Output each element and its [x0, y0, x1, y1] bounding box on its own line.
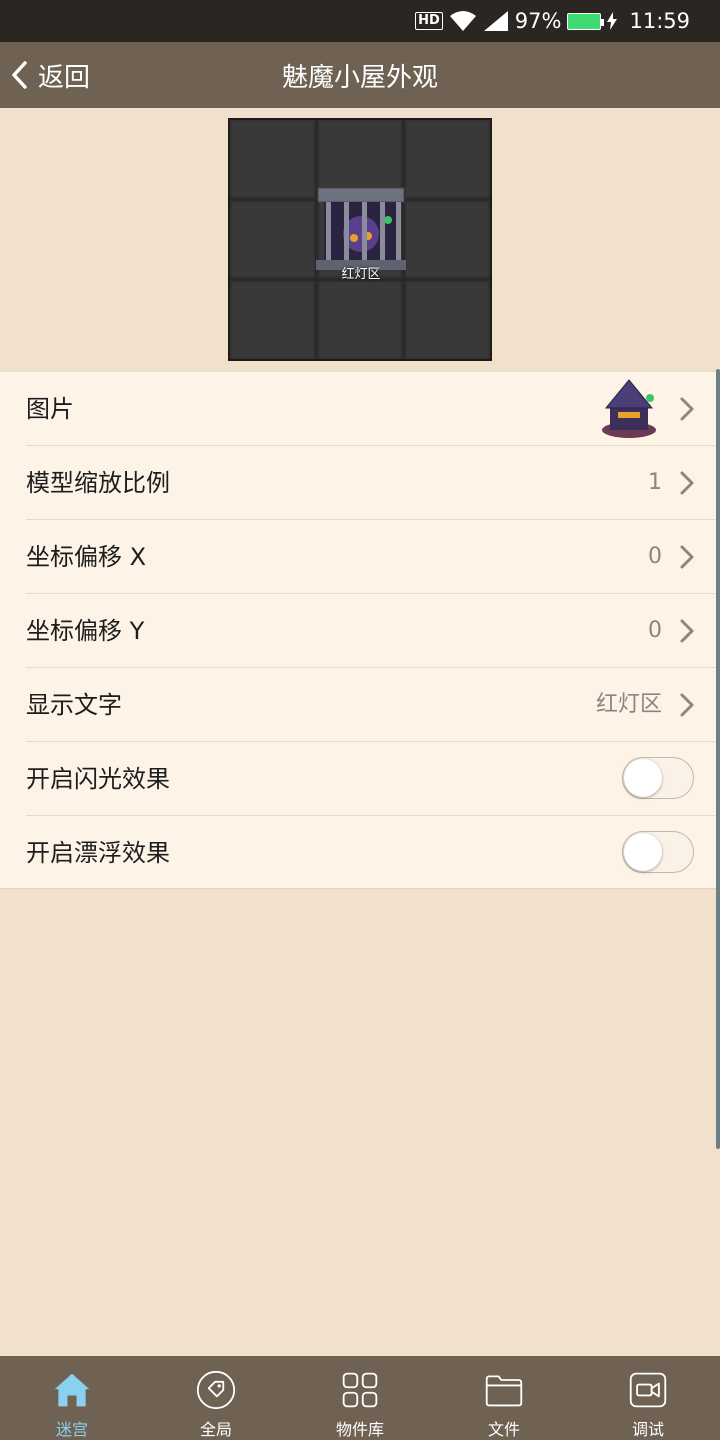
nav-item-debug[interactable]: 调试	[576, 1356, 720, 1440]
chevron-right-icon	[680, 693, 694, 717]
nav-label: 迷宫	[55, 1420, 88, 1439]
setting-row-offset-y[interactable]: 坐标偏移 Y 0	[0, 594, 720, 668]
toggle-knob	[624, 759, 662, 797]
settings-list: 图片 模型缩放比例 1 坐标偏移 X 0 坐标偏移 Y 0 显示文字 红灯区 开…	[0, 371, 720, 889]
folder-icon	[485, 1375, 523, 1407]
home-icon	[54, 1373, 90, 1407]
flash-effect-toggle[interactable]	[622, 757, 694, 799]
setting-label: 显示文字	[26, 691, 122, 719]
chevron-right-icon	[680, 619, 694, 643]
grid-icon	[342, 1372, 378, 1408]
signal-icon	[483, 11, 508, 31]
setting-row-flash-effect: 开启闪光效果	[0, 742, 720, 816]
setting-row-display-text[interactable]: 显示文字 红灯区	[0, 668, 720, 742]
setting-label: 图片	[26, 395, 74, 423]
setting-value: 0	[648, 544, 662, 569]
setting-row-image[interactable]: 图片	[0, 372, 720, 446]
nav-label: 调试	[631, 1420, 664, 1439]
setting-label: 开启闪光效果	[26, 765, 170, 793]
wifi-icon	[449, 11, 476, 31]
chevron-right-icon	[680, 545, 694, 569]
nav-item-library[interactable]: 物件库	[288, 1356, 432, 1440]
clock: 11:59	[629, 9, 690, 33]
float-effect-toggle[interactable]	[622, 831, 694, 873]
bottom-nav: 迷宫 全局 物件库 文件 调试	[0, 1356, 720, 1440]
floor-tile	[230, 120, 315, 198]
nav-label: 物件库	[335, 1420, 384, 1439]
setting-label: 坐标偏移 Y	[26, 617, 145, 645]
floor-tile	[230, 281, 315, 359]
setting-label: 坐标偏移 X	[26, 543, 147, 571]
model-preview: 红灯区	[228, 118, 492, 361]
chevron-right-icon	[680, 397, 694, 421]
hd-voice-icon: HD	[415, 12, 443, 30]
nav-item-maze[interactable]: 迷宫	[0, 1356, 144, 1440]
house-thumbnail-icon	[602, 379, 656, 438]
setting-row-offset-x[interactable]: 坐标偏移 X 0	[0, 520, 720, 594]
floor-tile	[230, 200, 315, 279]
status-bar: HD 97% 11:59	[0, 0, 720, 42]
floor-tile	[405, 200, 490, 279]
battery-icon	[567, 12, 605, 30]
setting-label: 开启漂浮效果	[26, 839, 170, 867]
setting-value: 1	[648, 470, 662, 495]
floor-tile	[405, 120, 490, 198]
setting-label: 模型缩放比例	[26, 469, 170, 497]
battery-percent: 97%	[514, 9, 562, 33]
nav-label: 全局	[199, 1420, 232, 1439]
video-icon	[629, 1372, 667, 1408]
setting-row-float-effect: 开启漂浮效果	[0, 816, 720, 890]
setting-value: 0	[648, 618, 662, 643]
page-title: 魅魔小屋外观	[281, 62, 438, 93]
app-bar: 返回 魅魔小屋外观	[0, 42, 720, 108]
nav-item-global[interactable]: 全局	[144, 1356, 288, 1440]
toggle-knob	[624, 833, 662, 871]
preview-label: 红灯区	[341, 267, 381, 282]
tag-icon	[196, 1370, 236, 1410]
floor-tile	[317, 281, 403, 359]
nav-item-files[interactable]: 文件	[432, 1356, 576, 1440]
scrollbar[interactable]	[716, 369, 720, 1149]
chevron-right-icon	[680, 471, 694, 495]
charging-icon	[607, 12, 618, 30]
setting-row-scale[interactable]: 模型缩放比例 1	[0, 446, 720, 520]
nav-label: 文件	[487, 1420, 520, 1439]
setting-value: 红灯区	[595, 692, 662, 717]
floor-tile	[405, 281, 490, 359]
